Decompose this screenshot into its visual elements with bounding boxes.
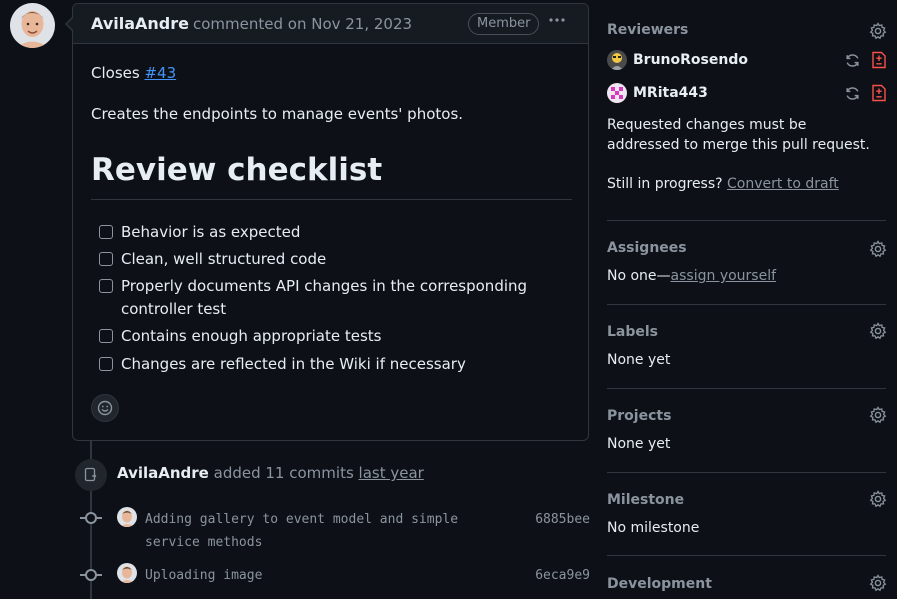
diff-requested-icon	[872, 84, 886, 102]
closes-line: Closes #43	[91, 64, 176, 82]
checklist-item: Behavior is as expected	[99, 221, 300, 244]
progress-text: Still in progress?	[607, 176, 723, 192]
assignees-value: No one—assign yourself	[607, 266, 776, 286]
comment-meta[interactable]: commented on Nov 21, 2023	[193, 15, 412, 33]
commit-message[interactable]: Uploading image	[145, 564, 485, 587]
gear-icon[interactable]	[869, 22, 887, 40]
comment-author[interactable]: AvilaAndre	[91, 14, 189, 33]
repo-push-icon	[75, 459, 107, 491]
checklist-label: Changes are reflected in the Wiki if nec…	[121, 355, 466, 373]
event-time[interactable]: last year	[359, 464, 424, 482]
smiley-icon	[97, 400, 113, 416]
commit-sha[interactable]: 6885bee	[535, 512, 590, 527]
gear-icon[interactable]	[869, 240, 887, 258]
add-reaction-button[interactable]	[91, 394, 119, 422]
milestone-value: No milestone	[607, 520, 700, 536]
convert-to-draft-link[interactable]: Convert to draft	[727, 176, 839, 192]
projects-title[interactable]: Projects	[607, 408, 671, 424]
commit-node	[85, 569, 97, 581]
reviewer-actions	[844, 51, 887, 69]
checklist-item: Changes are reflected in the Wiki if nec…	[99, 353, 466, 376]
reviewer-actions	[844, 84, 887, 102]
commit-message[interactable]: Adding gallery to event model and simple…	[145, 508, 485, 554]
development-title[interactable]: Development	[607, 576, 712, 592]
checkbox[interactable]	[99, 357, 113, 371]
diff-requested-icon	[872, 51, 886, 69]
checklist-label: Behavior is as expected	[121, 223, 301, 241]
gear-icon[interactable]	[869, 322, 887, 340]
reviewer-row[interactable]: MRita443	[607, 83, 708, 103]
event-text: added 11 commits	[213, 464, 354, 482]
checklist-item: Clean, well structured code	[99, 248, 326, 271]
projects-value: None yet	[607, 436, 671, 452]
sidebar-divider	[607, 304, 886, 305]
commit-row: Adding gallery to event model and simple…	[80, 507, 590, 553]
reviewer-avatar	[607, 50, 627, 70]
reviewer-name[interactable]: MRita443	[633, 85, 708, 101]
labels-value: None yet	[607, 352, 671, 368]
comment-description: Creates the endpoints to manage events' …	[91, 105, 464, 123]
sidebar-divider	[607, 472, 886, 473]
closes-prefix: Closes	[91, 64, 140, 82]
comment-pointer-fill	[67, 17, 74, 31]
assign-yourself-link[interactable]: assign yourself	[671, 268, 776, 284]
comment-header: AvilaAndre commented on Nov 21, 2023 Mem…	[73, 4, 588, 44]
author-avatar[interactable]	[10, 3, 55, 48]
gear-icon[interactable]	[869, 406, 887, 424]
checkbox[interactable]	[99, 279, 113, 293]
sidebar-divider	[607, 388, 886, 389]
commit-avatar[interactable]	[117, 563, 137, 583]
checklist-heading: Review checklist	[91, 152, 383, 188]
labels-title[interactable]: Labels	[607, 324, 658, 340]
commit-row: Uploading image 6eca9e9	[80, 563, 590, 594]
checklist-item: Contains enough appropriate tests	[99, 325, 382, 348]
sync-icon[interactable]	[844, 85, 861, 102]
checkbox[interactable]	[99, 225, 113, 239]
reviewer-avatar	[607, 83, 627, 103]
assignees-title[interactable]: Assignees	[607, 240, 687, 256]
commit-sha[interactable]: 6eca9e9	[535, 568, 590, 583]
comment-card: AvilaAndre commented on Nov 21, 2023 Mem…	[72, 3, 589, 441]
checklist-label: Contains enough appropriate tests	[121, 327, 382, 345]
reviewer-row[interactable]: BrunoRosendo	[607, 50, 748, 70]
sidebar-divider	[607, 220, 886, 221]
assignees-empty: No one—	[607, 268, 671, 284]
checkbox[interactable]	[99, 329, 113, 343]
reviewer-name[interactable]: BrunoRosendo	[633, 52, 748, 68]
checklist-label: Clean, well structured code	[121, 250, 327, 268]
heading-divider	[91, 199, 572, 200]
sync-icon[interactable]	[844, 52, 861, 69]
reviewers-title: Reviewers	[607, 22, 689, 38]
event-author[interactable]: AvilaAndre	[117, 464, 209, 482]
member-badge: Member	[468, 13, 540, 35]
kebab-icon[interactable]	[548, 12, 566, 33]
gear-icon[interactable]	[869, 574, 887, 592]
checklist-label: Properly documents API changes in the co…	[121, 277, 528, 318]
checklist-item: Properly documents API changes in the co…	[99, 275, 539, 321]
draft-line: Still in progress? Convert to draft	[607, 174, 839, 194]
commit-node	[85, 512, 97, 524]
checkbox[interactable]	[99, 252, 113, 266]
commits-event: AvilaAndre added 11 commits last year	[117, 464, 424, 482]
commit-avatar[interactable]	[117, 507, 137, 527]
sidebar-divider	[607, 555, 886, 556]
reviewers-notice: Requested changes must be addressed to m…	[607, 117, 870, 153]
issue-link[interactable]: #43	[144, 64, 176, 82]
milestone-title[interactable]: Milestone	[607, 492, 684, 508]
gear-icon[interactable]	[869, 490, 887, 508]
